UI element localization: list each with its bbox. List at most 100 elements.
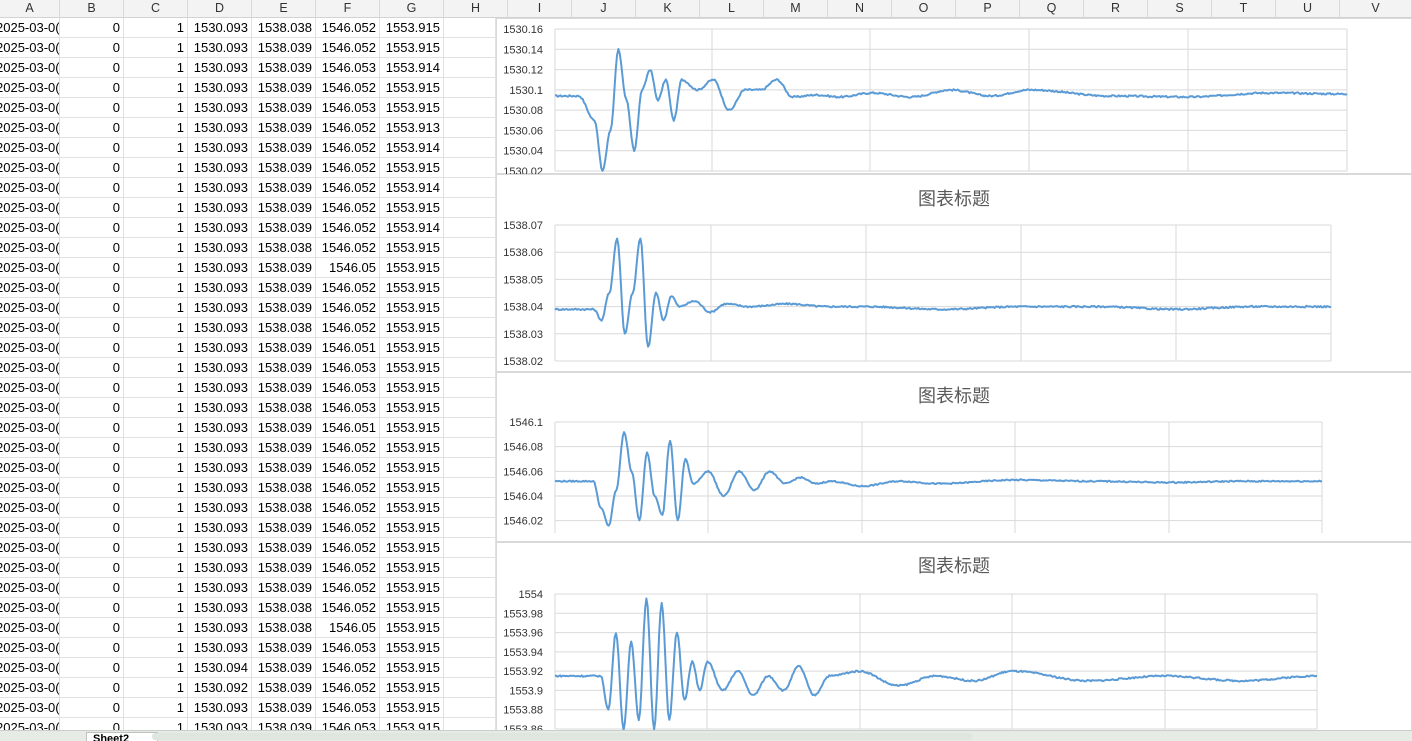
table-cell[interactable]: 1553.915 [380,158,444,178]
table-cell[interactable]: 1 [124,138,188,158]
table-cell[interactable]: 1538.039 [252,38,316,58]
table-cell[interactable]: 0 [60,18,124,38]
table-cell[interactable]: 1530.093 [188,418,252,438]
table-cell[interactable]: 1546.053 [316,58,380,78]
table-cell[interactable]: 1553.915 [380,478,444,498]
table-cell[interactable]: 1538.039 [252,98,316,118]
table-cell[interactable]: 1553.915 [380,558,444,578]
table-cell[interactable]: 1538.039 [252,638,316,658]
table-cell[interactable]: 1546.053 [316,98,380,118]
empty-cell[interactable] [444,138,496,158]
empty-cell[interactable] [444,498,496,518]
table-cell[interactable]: 1530.093 [188,158,252,178]
table-cell[interactable]: 1553.914 [380,178,444,198]
table-cell[interactable]: 1 [124,58,188,78]
empty-cell[interactable] [444,458,496,478]
table-cell[interactable]: 1538.039 [252,198,316,218]
date-cell[interactable]: 2025-03-0( [0,258,60,278]
column-header-k[interactable]: K [636,0,700,17]
table-cell[interactable]: 1538.039 [252,678,316,698]
date-cell[interactable]: 2025-03-0( [0,378,60,398]
date-cell[interactable]: 2025-03-0( [0,678,60,698]
column-header-i[interactable]: I [508,0,572,17]
table-cell[interactable]: 1546.051 [316,338,380,358]
table-cell[interactable]: 1546.052 [316,18,380,38]
table-cell[interactable]: 1546.052 [316,278,380,298]
table-cell[interactable]: 1546.053 [316,378,380,398]
empty-cell[interactable] [444,518,496,538]
table-cell[interactable]: 1 [124,638,188,658]
empty-cell[interactable] [444,478,496,498]
table-cell[interactable]: 1546.052 [316,538,380,558]
table-cell[interactable]: 1530.093 [188,278,252,298]
table-cell[interactable]: 1546.053 [316,718,380,730]
date-cell[interactable]: 2025-03-0( [0,698,60,718]
table-cell[interactable]: 1553.915 [380,638,444,658]
date-cell[interactable]: 2025-03-0( [0,658,60,678]
date-cell[interactable]: 2025-03-0( [0,398,60,418]
table-cell[interactable]: 1553.915 [380,358,444,378]
table-cell[interactable]: 1538.039 [252,278,316,298]
table-cell[interactable]: 1538.039 [252,558,316,578]
table-cell[interactable]: 1 [124,658,188,678]
table-cell[interactable]: 1538.038 [252,398,316,418]
column-header-b[interactable]: B [60,0,124,17]
table-cell[interactable]: 1553.915 [380,658,444,678]
table-cell[interactable]: 1 [124,558,188,578]
table-cell[interactable]: 1530.093 [188,638,252,658]
date-cell[interactable]: 2025-03-0( [0,718,60,730]
date-cell[interactable]: 2025-03-0( [0,38,60,58]
table-cell[interactable]: 1546.052 [316,558,380,578]
table-cell[interactable]: 0 [60,718,124,730]
table-cell[interactable]: 1 [124,578,188,598]
table-cell[interactable]: 1553.915 [380,438,444,458]
table-cell[interactable]: 1 [124,18,188,38]
table-cell[interactable]: 0 [60,158,124,178]
date-cell[interactable]: 2025-03-0( [0,438,60,458]
table-cell[interactable]: 1 [124,98,188,118]
table-cell[interactable]: 0 [60,618,124,638]
column-header-l[interactable]: L [700,0,764,17]
table-cell[interactable]: 1530.093 [188,18,252,38]
table-cell[interactable]: 1 [124,318,188,338]
table-cell[interactable]: 0 [60,258,124,278]
table-cell[interactable]: 1553.915 [380,598,444,618]
table-cell[interactable]: 1 [124,418,188,438]
table-cell[interactable]: 1 [124,678,188,698]
empty-cell[interactable] [444,78,496,98]
table-cell[interactable]: 1553.915 [380,78,444,98]
date-cell[interactable]: 2025-03-0( [0,498,60,518]
empty-cell[interactable] [444,238,496,258]
table-cell[interactable]: 1553.915 [380,458,444,478]
table-cell[interactable]: 1530.093 [188,138,252,158]
table-cell[interactable]: 1546.052 [316,298,380,318]
table-cell[interactable]: 1553.914 [380,138,444,158]
table-cell[interactable]: 1546.052 [316,198,380,218]
table-cell[interactable]: 1 [124,458,188,478]
date-cell[interactable]: 2025-03-0( [0,318,60,338]
table-cell[interactable]: 1530.093 [188,258,252,278]
table-cell[interactable]: 0 [60,358,124,378]
table-cell[interactable]: 1 [124,718,188,730]
table-cell[interactable]: 1530.094 [188,658,252,678]
date-cell[interactable]: 2025-03-0( [0,298,60,318]
table-cell[interactable]: 1 [124,258,188,278]
table-cell[interactable]: 1 [124,178,188,198]
empty-cell[interactable] [444,338,496,358]
table-cell[interactable]: 1 [124,398,188,418]
table-cell[interactable]: 1530.093 [188,538,252,558]
date-cell[interactable]: 2025-03-0( [0,218,60,238]
table-cell[interactable]: 0 [60,278,124,298]
table-cell[interactable]: 1538.038 [252,598,316,618]
empty-cell[interactable] [444,298,496,318]
empty-cell[interactable] [444,398,496,418]
table-cell[interactable]: 1546.052 [316,518,380,538]
table-cell[interactable]: 1538.039 [252,378,316,398]
table-cell[interactable]: 1 [124,698,188,718]
table-cell[interactable]: 1546.052 [316,238,380,258]
table-cell[interactable]: 1530.093 [188,458,252,478]
table-cell[interactable]: 1530.093 [188,238,252,258]
table-cell[interactable]: 1 [124,298,188,318]
empty-cell[interactable] [444,438,496,458]
table-cell[interactable]: 1553.915 [380,718,444,730]
